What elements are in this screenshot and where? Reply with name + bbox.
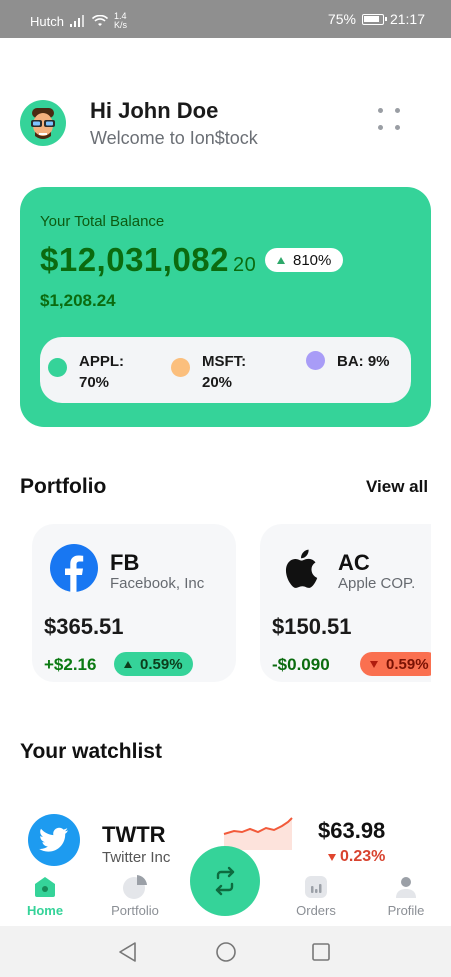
apple-icon <box>285 549 318 588</box>
watchlist-title: Your watchlist <box>20 740 162 763</box>
portfolio-card-ac[interactable]: AC Apple COP. $150.51 -$0.090 0.59% <box>260 524 431 682</box>
swap-icon <box>215 866 235 896</box>
card-percent-badge: 0.59% <box>360 652 431 676</box>
pie-chart-icon <box>122 874 148 900</box>
more-dots-icon[interactable] <box>378 108 404 134</box>
battery-percent: 75% <box>327 11 356 27</box>
welcome-text: Welcome to Ion$tock <box>90 128 258 148</box>
home-icon <box>32 874 58 900</box>
msft-dot <box>171 358 190 377</box>
appl-dot <box>48 358 67 377</box>
clock: 21:17 <box>389 11 425 27</box>
nav-portfolio[interactable]: Portfolio <box>95 874 175 918</box>
wifi-icon <box>91 15 108 26</box>
card-company: Apple COP. <box>338 575 416 592</box>
up-arrow-icon <box>277 256 285 264</box>
signal-icon <box>69 15 84 27</box>
card-percent-badge: 0.59% <box>114 652 193 676</box>
sparkline <box>223 817 293 850</box>
allocation-msft: MSFT: 20% <box>171 351 246 393</box>
watchlist-price: $63.98 <box>318 818 386 843</box>
balance-sub-amount: $1,208.24 <box>40 291 116 310</box>
balance-card: Your Total Balance $12,031,082 20 810% $1… <box>20 187 431 427</box>
facebook-icon <box>50 544 98 592</box>
down-arrow-icon <box>370 660 378 668</box>
avatar-emoji <box>31 108 55 139</box>
watchlist-company: Twitter Inc <box>102 849 171 866</box>
watchlist-ticker: TWTR <box>102 822 166 847</box>
system-nav-bar <box>0 926 451 977</box>
home-circle-icon[interactable] <box>214 940 238 964</box>
battery-icon <box>361 13 387 25</box>
watchlist-change: 0.23% <box>328 848 385 866</box>
card-ticker: AC <box>338 550 370 575</box>
card-company: Facebook, Inc <box>110 575 205 592</box>
portfolio-card-fb[interactable]: FB Facebook, Inc $365.51 +$2.16 0.59% <box>32 524 236 682</box>
card-ticker: FB <box>110 550 140 575</box>
orders-icon <box>303 874 329 900</box>
allocation-ba: BA: 9% <box>306 351 390 372</box>
nav-profile[interactable]: Profile <box>366 874 446 918</box>
allocation-appl: APPL: 70% <box>48 351 124 393</box>
up-arrow-icon <box>124 660 132 668</box>
balance-amount: $12,031,082 20 <box>40 241 257 278</box>
portfolio-title: Portfolio <box>20 475 107 498</box>
card-change: +$2.16 <box>44 655 97 674</box>
card-change: -$0.090 <box>272 655 330 674</box>
balance-label: Your Total Balance <box>40 213 165 230</box>
nav-home[interactable]: Home <box>5 874 85 918</box>
swap-button[interactable] <box>190 846 260 916</box>
nav-orders[interactable]: Orders <box>276 874 356 918</box>
card-price: $365.51 <box>44 614 124 639</box>
portfolio-cards[interactable]: FB Facebook, Inc $365.51 +$2.16 0.59% AC… <box>20 516 431 696</box>
balance-change-badge: 810% <box>265 248 344 272</box>
allocation-summary: APPL: 70% MSFT: 20% BA: 9% <box>40 337 411 403</box>
back-icon[interactable] <box>116 940 140 964</box>
card-price: $150.51 <box>272 614 352 639</box>
ba-dot <box>306 351 325 370</box>
status-bar: Hutch 1.4 K/s 75% 21:17 <box>0 0 451 38</box>
view-all-link[interactable]: View all <box>366 477 428 497</box>
twitter-icon <box>28 814 80 866</box>
network-speed: 1.4 K/s <box>113 11 127 30</box>
recents-icon[interactable] <box>309 940 333 964</box>
avatar[interactable] <box>20 100 66 146</box>
balance-cents: 20 <box>233 254 257 276</box>
down-arrow-icon <box>328 853 336 861</box>
profile-icon <box>393 874 419 900</box>
carrier-name: Hutch <box>30 13 64 29</box>
greeting: Hi John Doe <box>90 98 219 123</box>
